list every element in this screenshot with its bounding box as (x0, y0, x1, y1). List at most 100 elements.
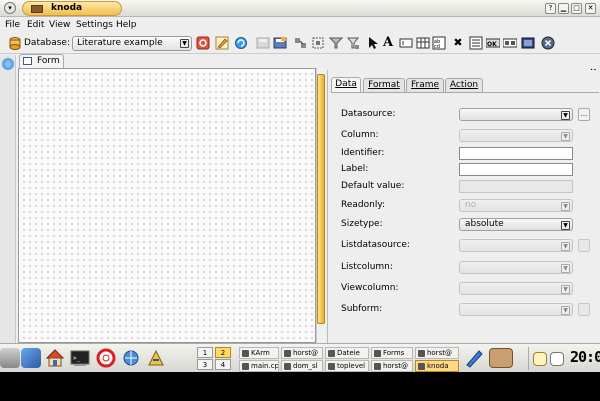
default-value-field[interactable] (459, 180, 573, 193)
subform-tool-icon[interactable] (502, 36, 518, 50)
layout-icon[interactable] (294, 36, 308, 50)
property-editor: Data Format Frame Action Datasource: ▼...… (327, 70, 600, 343)
tab-form[interactable]: Form (19, 54, 64, 68)
close-button[interactable]: ✕ (585, 3, 596, 14)
show-desktop-icon[interactable] (21, 348, 41, 368)
column-select[interactable]: ▼ (459, 129, 573, 142)
canvas-scrollbar-thumb[interactable] (317, 74, 325, 324)
database-select-value: Literature example (77, 38, 163, 48)
svg-text:cd: cd (434, 44, 440, 50)
menu-view[interactable]: View (49, 20, 70, 30)
pager-desktop-2[interactable]: 2 (215, 347, 231, 358)
checkbox-tool-icon[interactable]: ✖ (451, 36, 465, 50)
stop-icon[interactable] (196, 36, 210, 50)
home-icon[interactable] (45, 348, 65, 368)
grid-tool-icon[interactable] (416, 36, 430, 50)
button-tool-icon[interactable]: OK (485, 36, 501, 50)
task-forms[interactable]: Forms (371, 347, 413, 359)
viewcolumn-select[interactable]: ▼ (459, 282, 573, 295)
combobox-tool-icon[interactable]: ab cd (432, 36, 446, 50)
task-horst-1[interactable]: horst@ (281, 347, 323, 359)
datasource-select[interactable]: ▼ (459, 108, 573, 121)
main-toolbar: Database: Literature example ▼ A ab cd ✖ … (0, 33, 600, 54)
sizetype-label: Sizetype: (341, 219, 383, 229)
image-tool-icon[interactable] (521, 36, 535, 50)
sizetype-select[interactable]: absolute ▼ (459, 218, 573, 231)
task-knoda[interactable]: knoda (415, 360, 459, 372)
readonly-select[interactable]: no ▼ (459, 199, 573, 212)
task-karm[interactable]: KArm (239, 347, 279, 359)
listbox-tool-icon[interactable] (469, 36, 483, 50)
identifier-field[interactable] (459, 147, 573, 160)
subform-edit-button[interactable] (578, 303, 590, 316)
task-main-cpp[interactable]: main.cp (239, 360, 279, 372)
pager-desktop-4[interactable]: 4 (215, 359, 231, 370)
edit-pencil-icon[interactable] (215, 36, 229, 50)
pager-desktop-3[interactable]: 3 (197, 359, 213, 370)
listdatasource-select[interactable]: ▼ (459, 239, 573, 252)
svg-text:OK: OK (487, 41, 497, 48)
maximize-button[interactable]: □ (571, 3, 582, 14)
help-button[interactable]: ? (545, 3, 556, 14)
pager-desktop-1[interactable]: 1 (197, 347, 213, 358)
task-horst-3[interactable]: horst@ (371, 360, 413, 372)
help-center-icon[interactable] (96, 348, 116, 368)
chevron-down-icon: ▼ (561, 285, 570, 294)
pointer-tool-icon[interactable] (366, 36, 380, 50)
save-as-icon[interactable] (273, 36, 287, 50)
subform-select[interactable]: ▼ (459, 303, 573, 316)
close-circle-icon[interactable] (541, 36, 555, 50)
database-select[interactable]: Literature example ▼ (72, 36, 192, 51)
filter-icon[interactable] (328, 36, 344, 50)
label-field[interactable] (459, 163, 573, 176)
window-title-tab[interactable]: knoda (22, 1, 122, 16)
office-icon[interactable] (146, 348, 166, 368)
window-title: knoda (51, 3, 83, 13)
tab-frame[interactable]: Frame (406, 78, 444, 92)
listdatasource-edit-button[interactable] (578, 239, 590, 252)
datasource-label: Datasource: (341, 109, 396, 119)
menu-edit[interactable]: Edit (27, 20, 44, 30)
menu-file[interactable]: File (5, 20, 20, 30)
klipper-tray-icon[interactable] (489, 348, 513, 368)
terminal-icon[interactable]: >_ (70, 348, 90, 368)
menu-help[interactable]: Help (116, 20, 137, 30)
tab-action[interactable]: Action (445, 78, 483, 92)
canvas-scrollbar[interactable] (316, 68, 325, 343)
pen-tray-icon[interactable] (464, 348, 484, 368)
task-dateien[interactable]: Dateie (325, 347, 369, 359)
tab-data[interactable]: Data (331, 77, 361, 92)
task-horst-2[interactable]: horst@ (415, 347, 459, 359)
notes-tray-icon[interactable] (533, 352, 547, 366)
window-menu-button[interactable]: ▾ (4, 2, 16, 14)
menu-settings[interactable]: Settings (76, 20, 113, 30)
network-icon[interactable] (121, 348, 141, 368)
chevron-down-icon: ▼ (561, 132, 570, 141)
task-toplevel[interactable]: toplevel (325, 360, 369, 372)
lineedit-tool-icon[interactable] (399, 36, 413, 50)
database-label: Database: (24, 38, 70, 48)
chevron-down-icon: ▼ (561, 242, 570, 251)
default-value-label: Default value: (341, 181, 405, 191)
kmenu-icon[interactable] (0, 348, 20, 368)
identifier-label: Identifier: (341, 148, 385, 158)
grid-select-icon[interactable] (311, 36, 325, 50)
minimize-button[interactable]: ▁ (558, 3, 569, 14)
calendar-tray-icon[interactable] (550, 352, 564, 366)
form-design-canvas[interactable] (18, 68, 316, 343)
sort-icon[interactable] (346, 36, 360, 50)
left-side-panel (0, 55, 16, 343)
taskbar: >_ 1 2 3 4 KArm horst@ Dateie Forms hors… (0, 343, 600, 372)
label-tool-icon[interactable]: A (383, 36, 397, 50)
refresh-icon[interactable] (234, 36, 248, 50)
tab-form-label: Form (37, 56, 60, 66)
listcolumn-select[interactable]: ▼ (459, 261, 573, 274)
task-dom-sl[interactable]: dom_sl (281, 360, 323, 372)
datasource-edit-button[interactable]: ... (578, 108, 590, 121)
tab-format[interactable]: Format (363, 78, 405, 92)
chevron-down-icon: ▼ (561, 202, 570, 211)
chevron-down-icon: ▼ (561, 264, 570, 273)
database-browser-icon[interactable] (2, 58, 14, 70)
save-disabled-icon[interactable] (256, 36, 270, 50)
window-titlebar[interactable]: ▾ knoda ? ▁ □ ✕ (0, 0, 600, 17)
